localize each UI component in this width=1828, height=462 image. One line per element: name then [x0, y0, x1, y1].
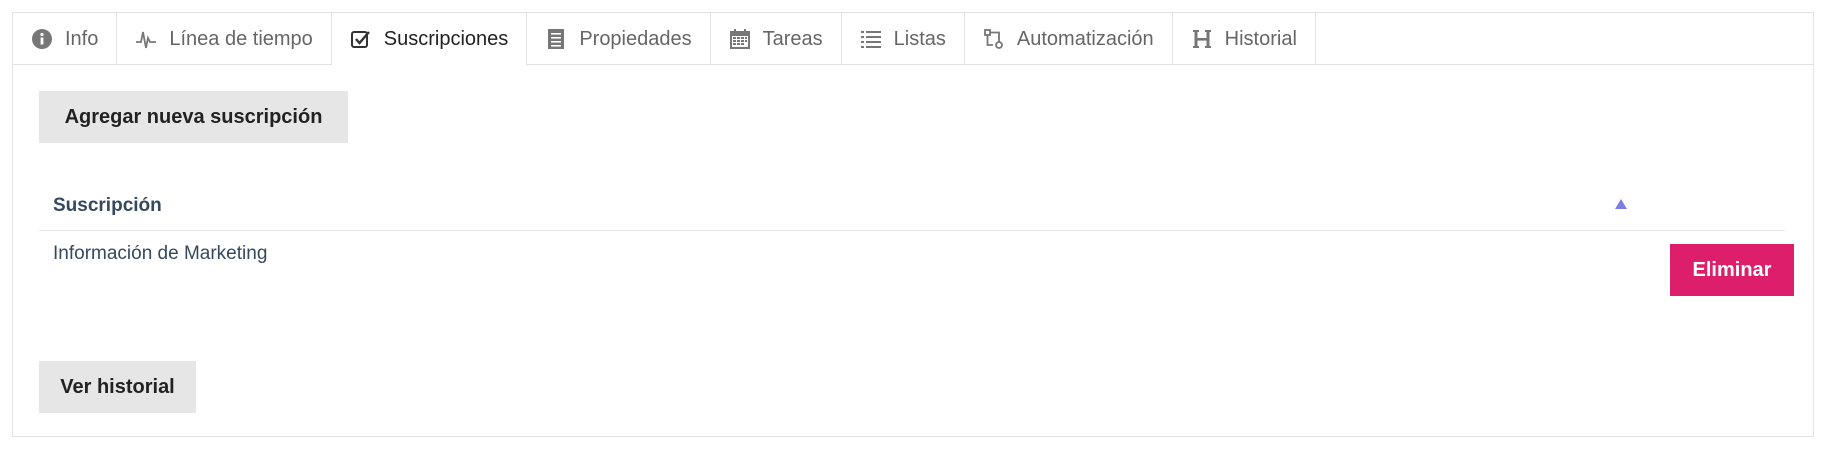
delete-subscription-button[interactable]: Eliminar: [1670, 244, 1794, 296]
tab-tasks[interactable]: Tareas: [711, 13, 842, 65]
list-icon: [860, 28, 882, 50]
calendar-icon: [729, 28, 751, 50]
tab-label: Listas: [893, 27, 946, 50]
subscription-column-header[interactable]: Suscripción: [53, 195, 162, 217]
info-icon: [31, 28, 53, 50]
pulse-icon: [135, 28, 157, 50]
document-icon: [545, 28, 567, 50]
table-header: Suscripción: [39, 181, 1785, 231]
view-history-button[interactable]: Ver historial: [39, 361, 196, 413]
tab-lists[interactable]: Listas: [842, 13, 965, 65]
add-subscription-button[interactable]: Agregar nueva suscripción: [39, 91, 348, 143]
tab-label: Línea de tiempo: [169, 27, 313, 50]
subscriptions-table: Suscripción Información de Marketing Eli…: [39, 181, 1794, 311]
tab-history[interactable]: Historial: [1173, 13, 1316, 65]
tab-info[interactable]: Info: [13, 13, 118, 65]
tab-timeline[interactable]: Línea de tiempo: [117, 13, 332, 65]
sort-ascending-icon[interactable]: [1615, 199, 1627, 209]
header-h-icon: [1191, 28, 1213, 50]
table-row: Información de Marketing Eliminar: [39, 231, 1794, 311]
tab-label: Historial: [1224, 27, 1297, 50]
tab-properties[interactable]: Propiedades: [527, 13, 711, 65]
subscription-name: Información de Marketing: [53, 243, 268, 264]
tab-label: Propiedades: [579, 27, 692, 50]
tab-subscriptions[interactable]: Suscripciones: [331, 13, 528, 66]
tab-label: Tareas: [762, 27, 823, 50]
tab-label: Automatización: [1016, 27, 1154, 50]
checkbox-icon: [350, 28, 372, 50]
tab-bar: Info Línea de tiempo Suscripciones Propi…: [13, 13, 1813, 66]
tab-automation[interactable]: Automatización: [965, 13, 1173, 65]
tab-label: Suscripciones: [383, 27, 509, 50]
tab-label: Info: [65, 27, 99, 50]
workflow-icon: [983, 28, 1005, 50]
subscriptions-panel: Info Línea de tiempo Suscripciones Propi…: [12, 12, 1814, 437]
